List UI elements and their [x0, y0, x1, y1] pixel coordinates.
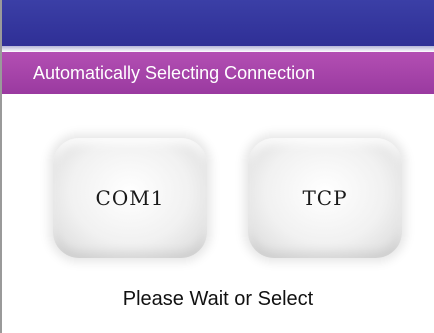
- status-message: Please Wait or Select: [122, 288, 314, 310]
- title-bar: [2, 0, 434, 46]
- tcp-button-label: TCP: [302, 186, 348, 210]
- tcp-button[interactable]: TCP: [248, 138, 402, 258]
- com1-button[interactable]: COM1: [53, 138, 207, 258]
- connection-window: Automatically Selecting Connection COM1 …: [0, 0, 434, 333]
- status-banner: Automatically Selecting Connection: [2, 52, 434, 94]
- com1-button-label: COM1: [95, 186, 165, 210]
- status-text: Automatically Selecting Connection: [33, 63, 316, 83]
